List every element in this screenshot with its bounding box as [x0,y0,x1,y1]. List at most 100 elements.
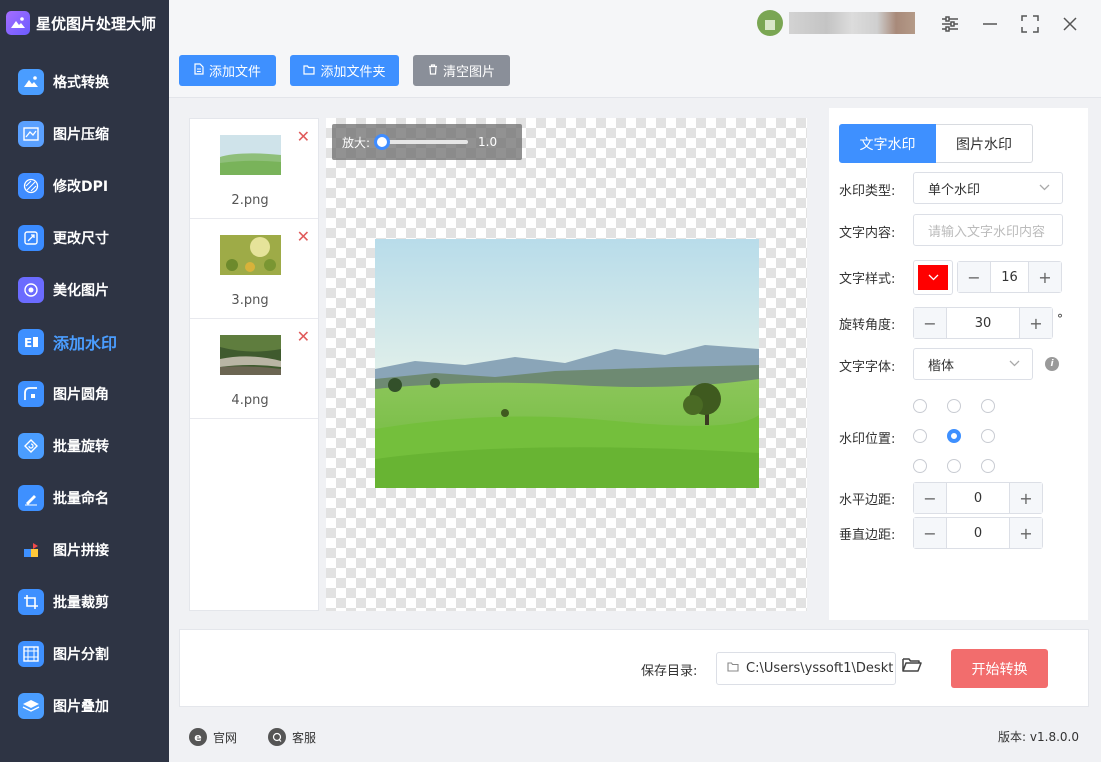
website-link[interactable]: e 官网 [189,728,237,746]
position-radio-middle-center[interactable] [947,429,961,443]
rotation-angle-label: 旋转角度: [839,318,896,333]
sidebar-item[interactable]: 更改尺寸 [0,212,169,264]
trash-icon [428,63,438,78]
remove-file-icon[interactable]: ✕ [297,327,310,346]
vertical-margin-stepper[interactable]: − 0 + [913,517,1043,549]
sidebar-item[interactable]: 图片压缩 [0,108,169,160]
color-picker[interactable] [913,260,953,295]
color-swatch [918,265,948,290]
settings-sliders-icon[interactable] [938,12,962,36]
remove-file-icon[interactable]: ✕ [297,127,310,146]
font-size-value[interactable]: 16 [990,262,1029,292]
chevron-down-icon [1009,357,1020,370]
sidebar-item[interactable]: 图片圆角 [0,368,169,420]
sidebar-item[interactable]: 图片拼接 [0,524,169,576]
increase-icon[interactable]: + [1020,308,1052,338]
start-convert-button[interactable]: 开始转换 [951,649,1048,688]
remove-file-icon[interactable]: ✕ [297,227,310,246]
rotation-angle-stepper[interactable]: − 30 + [913,307,1053,339]
footer: e 官网 客服 版本: v1.8.0.0 [169,710,1101,762]
position-radio-top-center[interactable] [947,399,961,413]
sidebar-item[interactable]: 批量旋转 [0,420,169,472]
position-radio-top-right[interactable] [981,399,995,413]
decrease-icon[interactable]: − [914,308,946,338]
position-radio-middle-left[interactable] [913,429,927,443]
save-directory-label: 保存目录: [641,664,698,679]
font-family-select[interactable]: 楷体 [913,348,1033,380]
output-bar: 保存目录: C:\Users\yssoft1\Deskt 开始转换 [179,629,1089,707]
maximize-icon[interactable] [1018,12,1042,36]
sidebar-item[interactable]: 图片分割 [0,628,169,680]
add-folder-button[interactable]: 添加文件夹 [290,55,399,86]
sidebar-item[interactable]: 美化图片 [0,264,169,316]
sidebar-item-label: 批量裁剪 [53,595,109,611]
add-file-button[interactable]: 添加文件 [179,55,276,86]
zoom-slider[interactable] [374,134,469,150]
text-content-placeholder: 请输入文字水印内容 [928,224,1046,240]
position-radio-middle-right[interactable] [981,429,995,443]
font-size-stepper[interactable]: − 16 + [957,261,1062,293]
decrease-icon[interactable]: − [958,262,990,292]
overlay-icon [18,693,44,719]
add-folder-label: 添加文件夹 [320,65,386,80]
vertical-margin-value[interactable]: 0 [946,518,1010,548]
user-account[interactable] [757,10,915,36]
thumbnail-image [220,135,281,175]
info-icon[interactable]: i [1045,357,1059,371]
minimize-icon[interactable] [978,12,1002,36]
tab-image-watermark[interactable]: 图片水印 [936,124,1033,163]
file-item[interactable]: ✕ 2.png [190,119,318,219]
watermark-type-select[interactable]: 单个水印 [913,172,1063,204]
horizontal-margin-stepper[interactable]: − 0 + [913,482,1043,514]
thumbnail-image [220,335,281,375]
browse-folder-icon[interactable] [902,657,922,678]
preview-canvas: 放大: 1.0 [326,118,807,611]
watermark-icon: E [18,329,44,355]
sidebar-item[interactable]: 批量裁剪 [0,576,169,628]
file-item[interactable]: ✕ 3.png [190,219,318,319]
round-corner-icon [18,381,44,407]
support-link[interactable]: 客服 [268,728,316,746]
sidebar-item[interactable]: 修改DPI [0,160,169,212]
file-name: 2.png [231,193,269,208]
clear-images-button[interactable]: 清空图片 [413,55,510,86]
decrease-icon[interactable]: − [914,483,946,513]
position-radio-top-left[interactable] [913,399,927,413]
file-item[interactable]: ✕ 4.png [190,319,318,419]
watermark-settings-panel: 文字水印 图片水印 水印类型: 单个水印 文字内容: 请输入文字水印内容 文字样… [829,108,1088,620]
increase-icon[interactable]: + [1010,518,1042,548]
thumbnail-image [220,235,281,275]
horizontal-margin-value[interactable]: 0 [946,483,1010,513]
sidebar-item-label: 更改尺寸 [53,231,109,247]
position-radio-bottom-left[interactable] [913,459,927,473]
sidebar: 星优图片处理大师 格式转换 图片压缩 修改DPI 更改尺寸 美化图片 E 添加水印 图片圆角批… [0,0,169,762]
website-label: 官网 [213,730,238,745]
rotation-angle-value[interactable]: 30 [946,308,1020,338]
support-label: 客服 [292,730,317,745]
sidebar-item-label: 美化图片 [53,283,109,299]
sidebar-item[interactable]: E 添加水印 [0,316,169,368]
file-list: ✕ 2.png ✕ 3.png ✕ 4.png [189,118,319,611]
resize-icon [18,225,44,251]
decrease-icon[interactable]: − [914,518,946,548]
brand: 星优图片处理大师 [0,0,169,46]
folder-icon [727,661,739,676]
save-path-field[interactable]: C:\Users\yssoft1\Deskt [716,652,896,685]
text-content-input[interactable]: 请输入文字水印内容 [913,214,1063,246]
increase-icon[interactable]: + [1029,262,1061,292]
increase-icon[interactable]: + [1010,483,1042,513]
sidebar-item[interactable]: 批量命名 [0,472,169,524]
svg-text:E: E [24,336,32,349]
close-icon[interactable] [1058,12,1082,36]
compress-icon [18,121,44,147]
zoom-value: 1.0 [478,135,498,149]
tab-text-watermark[interactable]: 文字水印 [839,124,936,163]
sidebar-item-label: 图片压缩 [53,127,109,143]
position-radio-bottom-center[interactable] [947,459,961,473]
sidebar-item[interactable]: 格式转换 [0,56,169,108]
zoom-control: 放大: 1.0 [332,124,522,160]
zoom-slider-handle[interactable] [374,134,391,150]
sidebar-item[interactable]: 图片叠加 [0,680,169,732]
rotate-icon [18,433,44,459]
position-radio-bottom-right[interactable] [981,459,995,473]
